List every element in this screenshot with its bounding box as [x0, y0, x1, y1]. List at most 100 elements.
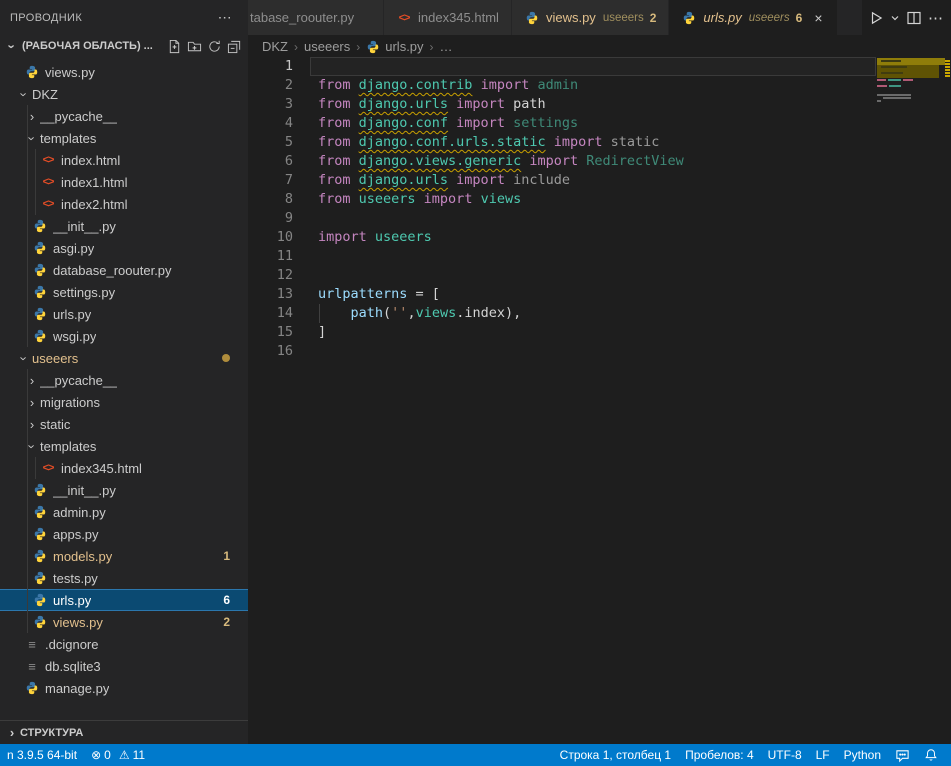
new-file-icon[interactable] [164, 36, 184, 56]
run-icon[interactable] [868, 10, 884, 26]
tree-item-label: .dcignore [45, 637, 98, 652]
tree-file--init-py[interactable]: __init__.py [0, 479, 248, 501]
breadcrumb-item[interactable]: urls.py [366, 39, 423, 54]
explorer-more-icon[interactable]: ⋯ [212, 9, 238, 26]
code-line-11[interactable]: 11 [248, 247, 877, 266]
cursor-position-status[interactable]: Строка 1, столбец 1 [553, 744, 678, 766]
code-line-3[interactable]: 3from django.urls import path [248, 95, 877, 114]
minimap[interactable] [877, 57, 945, 117]
more-actions-icon[interactable]: ⋯ [928, 9, 943, 27]
tree-item-label: urls.py [53, 593, 91, 608]
tree-file-index2-html[interactable]: <>index2.html [0, 193, 248, 215]
tree-file-urls-py[interactable]: urls.py 6 [0, 589, 248, 611]
code-line-13[interactable]: 13urlpatterns = [ [248, 285, 877, 304]
tree-folder-static[interactable]: ›static [0, 413, 248, 435]
tree-file-urls-py[interactable]: urls.py [0, 303, 248, 325]
code-token: django.views.generic [359, 153, 522, 169]
code-line-4[interactable]: 4from django.conf import settings [248, 114, 877, 133]
tree-file-wsgi-py[interactable]: wsgi.py [0, 325, 248, 347]
split-editor-icon[interactable] [906, 10, 922, 26]
modified-dot-badge [222, 354, 230, 362]
eol-status[interactable]: LF [809, 744, 837, 766]
problems-badge: 2 [223, 615, 230, 629]
code-line-8[interactable]: 8from useeers import views [248, 190, 877, 209]
problems-badge: 6 [223, 593, 230, 607]
code-line-2[interactable]: 2from django.contrib import admin [248, 76, 877, 95]
tree-file-index345-html[interactable]: <>index345.html [0, 457, 248, 479]
html-icon: <> [40, 152, 56, 168]
tab-tabase-roouter-py[interactable]: tabase_roouter.py [248, 0, 383, 35]
python-icon [32, 570, 48, 586]
tree-folder-templates[interactable]: ›templates [0, 127, 248, 149]
tab-views-py[interactable]: views.pyuseeers2 [512, 0, 668, 35]
run-dropdown-icon[interactable] [890, 13, 900, 23]
tree-file-models-py[interactable]: models.py1 [0, 545, 248, 567]
code-line-6[interactable]: 6from django.views.generic import Redire… [248, 152, 877, 171]
code-editor[interactable]: 12from django.contrib import admin3from … [248, 57, 877, 361]
breadcrumb-item[interactable]: useeers [304, 39, 350, 54]
breadcrumb-item[interactable]: DKZ [262, 39, 288, 54]
tree-file-index-html[interactable]: <>index.html [0, 149, 248, 171]
code-token: '' [391, 305, 407, 321]
tree-file-apps-py[interactable]: apps.py [0, 523, 248, 545]
chevron-down-icon: › [5, 38, 20, 54]
close-icon[interactable]: × [812, 10, 824, 26]
python-interpreter-status[interactable]: n 3.9.5 64-bit [0, 744, 84, 766]
code-line-15[interactable]: 15] [248, 323, 877, 342]
tree-item-label: index2.html [61, 197, 127, 212]
code-line-9[interactable]: 9 [248, 209, 877, 228]
python-icon [24, 680, 40, 696]
tree-file-db-sqlite3[interactable]: ≡db.sqlite3 [0, 655, 248, 677]
tree-file--dcignore[interactable]: ≡.dcignore [0, 633, 248, 655]
tree-file-index1-html[interactable]: <>index1.html [0, 171, 248, 193]
tree-file--init-py[interactable]: __init__.py [0, 215, 248, 237]
tab-index345-html[interactable]: <>index345.html [384, 0, 511, 35]
bell-icon[interactable] [917, 744, 945, 766]
code-text: urlpatterns = [ [293, 285, 440, 304]
code-token: from [318, 191, 359, 207]
tree-item-label: static [40, 417, 70, 432]
tree-file-admin-py[interactable]: admin.py [0, 501, 248, 523]
code-line-5[interactable]: 5from django.conf.urls.static import sta… [248, 133, 877, 152]
refresh-icon[interactable] [204, 36, 224, 56]
language-mode-status[interactable]: Python [837, 744, 888, 766]
tree-file-views-py[interactable]: views.py2 [0, 611, 248, 633]
collapse-all-icon[interactable] [224, 36, 244, 56]
code-line-14[interactable]: 14 path('',views.index), [248, 304, 877, 323]
tree-file-database-roouter-py[interactable]: database_roouter.py [0, 259, 248, 281]
tree-folder-templates[interactable]: ›templates [0, 435, 248, 457]
new-folder-icon[interactable] [184, 36, 204, 56]
tree-folder-useeers[interactable]: ›useeers [0, 347, 248, 369]
code-line-12[interactable]: 12 [248, 266, 877, 285]
feedback-icon[interactable] [888, 744, 917, 766]
indentation-status[interactable]: Пробелов: 4 [678, 744, 761, 766]
code-line-7[interactable]: 7from django.urls import include [248, 171, 877, 190]
tree-folder--pycache-[interactable]: ›__pycache__ [0, 369, 248, 391]
tab-urls-py[interactable]: urls.pyuseeers6× [669, 0, 836, 35]
code-line-10[interactable]: 10import useeers [248, 228, 877, 247]
tree-file-views-py[interactable]: views.py [0, 61, 248, 83]
code-text [293, 247, 318, 266]
code-token: from [318, 96, 359, 112]
problems-status[interactable]: ⊗ 0 ⚠ 11 [84, 744, 152, 766]
tree-file-manage-py[interactable]: manage.py [0, 677, 248, 699]
line-number: 3 [248, 95, 293, 114]
code-line-1[interactable]: 1 [248, 57, 877, 76]
html-icon: <> [40, 460, 56, 476]
workspace-section-header[interactable]: › (РАБОЧАЯ ОБЛАСТЬ) ... [0, 35, 248, 57]
tree-folder-migrations[interactable]: ›migrations [0, 391, 248, 413]
tree-file-tests-py[interactable]: tests.py [0, 567, 248, 589]
code-token: import [472, 77, 537, 93]
code-token: useeers [359, 191, 416, 207]
outline-section-header[interactable]: › СТРУКТУРА [0, 720, 248, 744]
tree-item-label: DKZ [32, 87, 58, 102]
encoding-status[interactable]: UTF-8 [761, 744, 809, 766]
tree-file-settings-py[interactable]: settings.py [0, 281, 248, 303]
tree-folder--pycache-[interactable]: ›__pycache__ [0, 105, 248, 127]
code-line-16[interactable]: 16 [248, 342, 877, 361]
breadcrumb-item[interactable]: … [440, 39, 453, 54]
overview-ruler[interactable] [945, 57, 951, 297]
tree-folder-dkz[interactable]: ›DKZ [0, 83, 248, 105]
tree-file-asgi-py[interactable]: asgi.py [0, 237, 248, 259]
error-icon: ⊗ [91, 748, 101, 762]
